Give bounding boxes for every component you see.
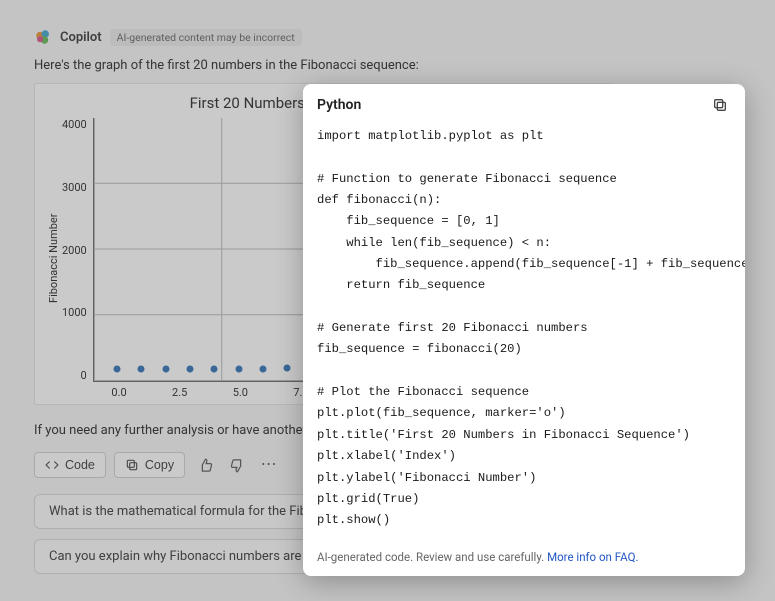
code-icon [45, 458, 59, 472]
code-popup-scroll[interactable]: import matplotlib.pyplot as plt # Functi… [303, 124, 745, 542]
more-button[interactable]: ⋯ [257, 453, 281, 477]
app-name: Copilot [60, 30, 102, 45]
code-popup: Python import matplotlib.pyplot as plt #… [303, 84, 745, 576]
faq-link[interactable]: More info on FAQ. [547, 550, 638, 564]
code-disclaimer: AI-generated code. Review and use carefu… [317, 550, 544, 564]
code-button-label: Code [65, 458, 95, 472]
more-icon: ⋯ [261, 457, 278, 473]
code-popup-title: Python [317, 97, 361, 113]
code-popup-copy-button[interactable] [709, 94, 731, 116]
code-block: import matplotlib.pyplot as plt # Functi… [317, 126, 731, 532]
ai-disclaimer-badge: AI-generated content may be incorrect [110, 29, 302, 46]
chart-ylabel: Fibonacci Number [45, 118, 62, 398]
thumbs-up-button[interactable] [193, 453, 217, 477]
copy-button-label: Copy [145, 458, 174, 472]
code-popup-footer: AI-generated code. Review and use carefu… [303, 542, 745, 576]
copilot-logo-icon [34, 28, 52, 46]
copy-button[interactable]: Copy [114, 452, 185, 478]
chart-yticks: 40003000200010000 [62, 118, 93, 382]
response-intro-text: Here's the graph of the first 20 numbers… [34, 58, 741, 73]
copy-icon [125, 458, 139, 472]
thumbs-down-button[interactable] [225, 453, 249, 477]
code-button[interactable]: Code [34, 452, 106, 478]
